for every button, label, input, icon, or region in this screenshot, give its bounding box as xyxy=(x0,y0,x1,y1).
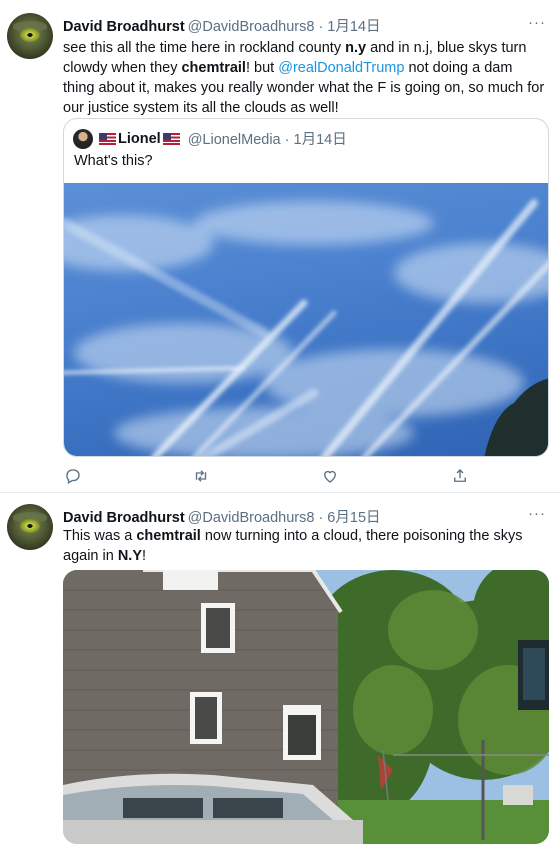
reply-icon[interactable] xyxy=(63,466,83,486)
house-illustration xyxy=(63,570,549,844)
quoted-avatar xyxy=(73,128,93,149)
quoted-tweet-header: Lionel @LionelMedia · 1月14日 xyxy=(73,128,347,149)
more-options-icon[interactable]: ··· xyxy=(528,505,546,522)
tweet-actions xyxy=(63,466,483,486)
text-part: see this all the time here in rockland c… xyxy=(63,40,346,56)
text-part: ! xyxy=(142,548,147,564)
hashtag-like-bold: n.y xyxy=(345,40,367,56)
author-name[interactable]: David Broadhurst xyxy=(63,510,185,526)
more-options-icon[interactable]: ··· xyxy=(528,14,546,31)
avatar[interactable] xyxy=(7,504,53,550)
text-part: This was a xyxy=(63,528,137,544)
quoted-text: What's this? xyxy=(74,153,153,169)
tweet[interactable]: David Broadhurst @DavidBroadhurs8 · 6月15日… xyxy=(0,493,560,862)
like-icon[interactable] xyxy=(320,466,340,486)
author-name[interactable]: David Broadhurst xyxy=(63,19,185,35)
tweet-text: This was a chemtrail now turning into a … xyxy=(63,526,547,566)
quoted-author-name: Lionel xyxy=(118,130,161,147)
tweet[interactable]: David Broadhurst @DavidBroadhurs8 · 1月14日… xyxy=(0,0,560,493)
sky-illustration xyxy=(64,199,548,456)
handle-and-date[interactable]: @DavidBroadhurs8 · 6月15日 xyxy=(188,510,381,526)
avatar[interactable] xyxy=(7,13,53,59)
avatar-eye xyxy=(20,519,40,533)
text-part: ! but xyxy=(245,60,279,76)
mention-link[interactable]: @realDonaldTrump xyxy=(278,60,404,76)
hashtag-like-bold: N.Y xyxy=(117,548,142,564)
quoted-tweet[interactable]: Lionel @LionelMedia · 1月14日 What's this? xyxy=(63,118,549,457)
us-flag-icon xyxy=(99,132,116,145)
sky-with-chemtrails-photo[interactable] xyxy=(64,183,548,456)
tweet-header: David Broadhurst @DavidBroadhurs8 · 1月14日 xyxy=(63,15,381,36)
hashtag-like-bold: chemtrail xyxy=(136,528,201,544)
share-icon[interactable] xyxy=(450,466,470,486)
quoted-handle-and-date: @LionelMedia · 1月14日 xyxy=(187,132,347,148)
us-flag-icon xyxy=(162,132,180,145)
hashtag-like-bold: chemtrail xyxy=(181,60,246,76)
retweet-icon[interactable] xyxy=(191,466,211,486)
handle-and-date[interactable]: @DavidBroadhurs8 · 1月14日 xyxy=(188,19,381,35)
house-trees-sky-photo[interactable] xyxy=(63,570,549,844)
avatar-eye xyxy=(20,28,40,42)
tweet-text: see this all the time here in rockland c… xyxy=(63,38,547,118)
tweet-header: David Broadhurst @DavidBroadhurs8 · 6月15日 xyxy=(63,506,381,527)
